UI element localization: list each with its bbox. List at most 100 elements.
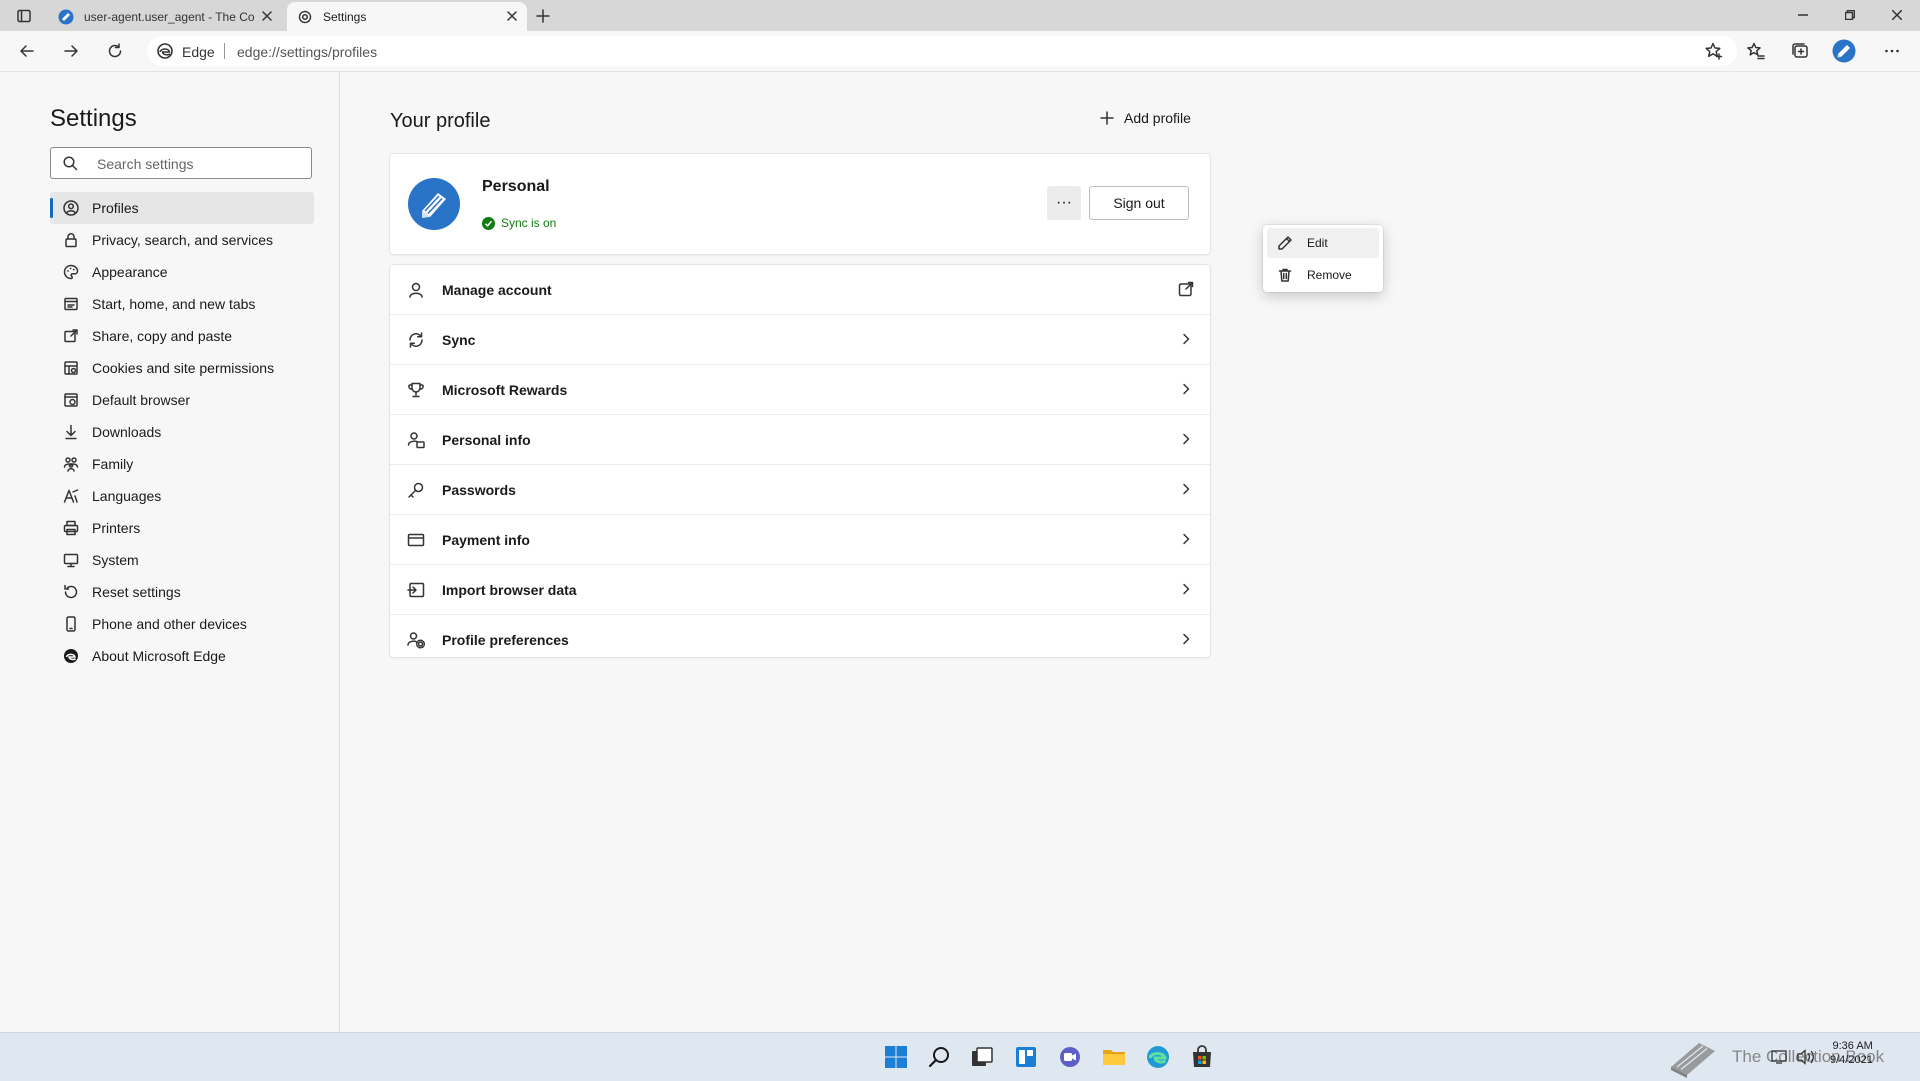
search-settings-input[interactable] bbox=[95, 153, 299, 175]
taskbar-clock[interactable]: 9:36 AM 9/4/2021 bbox=[1830, 1039, 1873, 1067]
task-view-icon bbox=[972, 1047, 993, 1066]
language-icon bbox=[62, 487, 80, 505]
sidebar-item-phone[interactable]: Phone and other devices bbox=[50, 608, 314, 640]
sidebar-item-share-copy[interactable]: Share, copy and paste bbox=[50, 320, 314, 352]
row-microsoft-rewards[interactable]: Microsoft Rewards bbox=[390, 364, 1210, 414]
tab-user-agent[interactable]: user-agent.user_agent - The Coll bbox=[48, 2, 282, 31]
sidebar-item-cookies[interactable]: Cookies and site permissions bbox=[50, 352, 314, 384]
sidebar-item-profiles[interactable]: Profiles bbox=[50, 192, 314, 224]
store-button[interactable] bbox=[1188, 1043, 1216, 1071]
row-import-browser-data[interactable]: Import browser data bbox=[390, 564, 1210, 614]
row-passwords[interactable]: Passwords bbox=[390, 464, 1210, 514]
profile-settings-list: Manage account Sync Microsoft Rewards Pe… bbox=[390, 265, 1210, 657]
row-profile-preferences[interactable]: Profile preferences bbox=[390, 614, 1210, 664]
tab-strip: user-agent.user_agent - The Coll Setting… bbox=[0, 0, 1920, 31]
new-tab-button[interactable] bbox=[530, 5, 556, 27]
address-divider bbox=[224, 43, 225, 59]
teams-chat-button[interactable] bbox=[1056, 1043, 1084, 1071]
sidebar-item-default-browser[interactable]: Default browser bbox=[50, 384, 314, 416]
sidebar-item-privacy[interactable]: Privacy, search, and services bbox=[50, 224, 314, 256]
refresh-button[interactable] bbox=[100, 37, 130, 65]
sidebar-item-downloads[interactable]: Downloads bbox=[50, 416, 314, 448]
row-personal-info[interactable]: Personal info bbox=[390, 414, 1210, 464]
book-favicon-icon bbox=[58, 9, 74, 25]
sidebar-item-printers[interactable]: Printers bbox=[50, 512, 314, 544]
search-icon bbox=[928, 1047, 949, 1068]
taskbar-search-button[interactable] bbox=[926, 1043, 954, 1071]
row-label: Personal info bbox=[442, 431, 531, 448]
profile-name: Personal bbox=[482, 178, 550, 195]
search-box[interactable] bbox=[50, 147, 312, 179]
more-horizontal-icon bbox=[1885, 49, 1899, 53]
sidebar-item-start-home[interactable]: Start, home, and new tabs bbox=[50, 288, 314, 320]
row-label: Sync bbox=[442, 331, 476, 348]
widgets-button[interactable] bbox=[1012, 1043, 1040, 1071]
url-text[interactable]: edge://settings/profiles bbox=[237, 44, 377, 60]
sidebar-item-family[interactable]: Family bbox=[50, 448, 314, 480]
forward-button[interactable] bbox=[56, 37, 86, 65]
close-window-button[interactable] bbox=[1874, 0, 1920, 30]
windows-taskbar: The Collection Book 9:36 AM 9/4/2021 bbox=[0, 1032, 1920, 1081]
favorites-button[interactable] bbox=[1741, 37, 1771, 65]
store-icon bbox=[1193, 1045, 1211, 1067]
sidebar-item-label: Cookies and site permissions bbox=[92, 360, 275, 376]
profile-button[interactable] bbox=[1829, 37, 1859, 65]
add-favorite-button[interactable] bbox=[1705, 42, 1723, 60]
close-tab-icon[interactable] bbox=[260, 9, 274, 23]
refresh-icon bbox=[108, 43, 122, 58]
row-label: Microsoft Rewards bbox=[442, 381, 568, 398]
minimize-button[interactable] bbox=[1780, 0, 1826, 30]
row-label: Payment info bbox=[442, 531, 530, 548]
menu-item-label: Edit bbox=[1307, 236, 1328, 250]
system-icon bbox=[62, 551, 80, 569]
add-profile-button[interactable]: Add profile bbox=[1100, 110, 1191, 126]
sync-status-text: Sync is on bbox=[501, 216, 557, 230]
edge-icon bbox=[1147, 1046, 1169, 1068]
sidebar-item-reset[interactable]: Reset settings bbox=[50, 576, 314, 608]
settings-more-button[interactable] bbox=[1877, 37, 1907, 65]
sign-out-button[interactable]: Sign out bbox=[1089, 186, 1189, 220]
edge-taskbar-button[interactable] bbox=[1144, 1043, 1172, 1071]
row-payment-info[interactable]: Payment info bbox=[390, 514, 1210, 564]
lock-icon bbox=[62, 231, 80, 249]
clock-date: 9/4/2021 bbox=[1830, 1054, 1873, 1066]
edge-logo-icon bbox=[157, 43, 173, 59]
collections-button[interactable] bbox=[1785, 37, 1815, 65]
restore-button[interactable] bbox=[1827, 0, 1873, 30]
avatar bbox=[408, 178, 460, 230]
tab-settings[interactable]: Settings bbox=[287, 2, 527, 31]
task-view-button[interactable] bbox=[968, 1043, 996, 1071]
file-explorer-button[interactable] bbox=[1100, 1043, 1128, 1071]
sidebar-item-label: Default browser bbox=[92, 392, 191, 408]
profile-more-button[interactable]: ··· bbox=[1047, 186, 1081, 220]
sidebar-item-languages[interactable]: Languages bbox=[50, 480, 314, 512]
row-sync[interactable]: Sync bbox=[390, 314, 1210, 364]
start-icon bbox=[885, 1046, 907, 1068]
sidebar-item-label: Profiles bbox=[92, 200, 139, 216]
sidebar-item-appearance[interactable]: Appearance bbox=[50, 256, 314, 288]
plus-icon bbox=[536, 9, 550, 23]
menu-item-label: Remove bbox=[1307, 268, 1352, 282]
sidebar-item-label: Privacy, search, and services bbox=[92, 232, 274, 248]
profile-card: Personal Sync is on ··· Sign out bbox=[390, 154, 1210, 254]
chevron-right-icon bbox=[1178, 531, 1194, 547]
back-button[interactable] bbox=[12, 37, 42, 65]
network-volume-icon bbox=[1771, 1049, 1814, 1065]
sidebar-item-about[interactable]: About Microsoft Edge bbox=[50, 640, 314, 672]
collections-icon bbox=[1792, 43, 1808, 58]
menu-item-edit[interactable]: Edit bbox=[1267, 228, 1379, 258]
sidebar-item-system[interactable]: System bbox=[50, 544, 314, 576]
close-tab-icon[interactable] bbox=[505, 9, 519, 23]
forward-arrow-icon bbox=[64, 45, 78, 57]
system-tray[interactable] bbox=[1770, 1047, 1822, 1067]
tab-actions-button[interactable] bbox=[10, 5, 38, 27]
start-button[interactable] bbox=[882, 1043, 910, 1071]
settings-title: Settings bbox=[50, 105, 137, 132]
plus-icon bbox=[1100, 111, 1114, 125]
chevron-right-icon bbox=[1178, 431, 1194, 447]
minimize-icon bbox=[1798, 14, 1808, 16]
menu-item-remove[interactable]: Remove bbox=[1267, 260, 1379, 290]
row-label: Import browser data bbox=[442, 581, 577, 598]
address-bar[interactable]: Edge edge://settings/profiles bbox=[147, 36, 1737, 66]
row-manage-account[interactable]: Manage account bbox=[390, 265, 1210, 314]
